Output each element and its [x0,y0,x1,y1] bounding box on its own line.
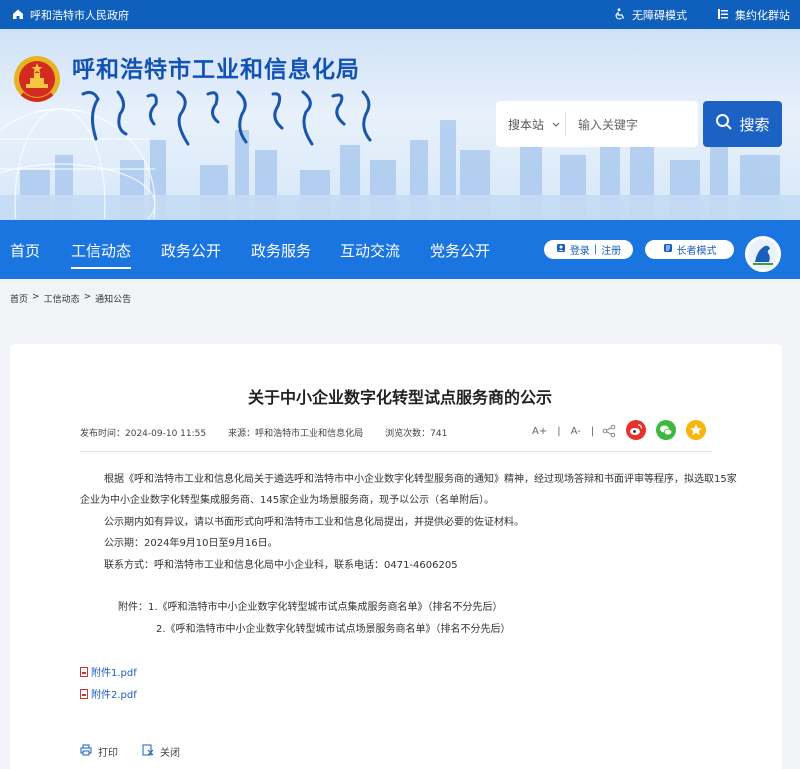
font-smaller-button[interactable]: A- [571,426,581,437]
attachment-link-1[interactable]: 附件1.pdf [80,664,137,679]
login-label[interactable]: 登录 [570,242,590,257]
elder-icon [663,243,673,256]
font-size-tools: A+ | A- | [532,426,594,437]
print-label: 打印 [98,748,118,759]
user-icon [556,243,566,256]
favorite-star-icon[interactable] [686,420,706,440]
article-title: 关于中小企业数字化转型试点服务商的公示 [247,388,552,407]
separator: | [593,244,598,255]
gov-home-link[interactable]: 呼和浩特市人民政府 [12,7,129,23]
home-icon [12,8,24,23]
wechat-share-icon[interactable] [656,420,676,440]
chevron-down-icon [552,117,560,131]
breadcrumb-news[interactable]: 工信动态 [44,292,80,305]
pdf-icon [80,666,88,677]
font-larger-button[interactable]: A+ [532,426,547,437]
breadcrumb-separator: > [83,292,92,302]
site-title: 呼和浩特市工业和信息化局 [72,57,360,83]
accessibility-icon [614,7,626,23]
list-icon [717,8,729,23]
weibo-share-icon[interactable] [626,420,646,440]
elder-mode-label: 长者模式 [676,246,717,257]
view-count: 浏览次数：741 [385,429,448,439]
tool-separator: | [557,426,561,437]
article-source: 来源：呼和浩特市工业和信息化局 [228,429,364,439]
elder-mode-button[interactable]: 长者模式 [645,240,734,259]
article-paragraph-3: 公示期：2024年9月10日至9月16日。 [104,538,278,549]
attachment-label[interactable]: 附件2.pdf [91,686,137,701]
mongolian-title [78,84,378,158]
breadcrumb-notices[interactable]: 通知公告 [95,292,131,305]
register-label[interactable]: 注册 [601,242,621,257]
print-icon [80,744,92,759]
site-group-label: 集约化群站 [735,9,790,22]
article-paragraph-2: 公示期内如有异议，请以书面形式向呼和浩特市工业和信息化局提出，并提供必要的佐证材… [104,517,524,528]
print-button[interactable]: 打印 [80,744,118,759]
publish-time: 发布时间：2024-09-10 11:55 [80,429,207,439]
share-icon[interactable] [602,423,616,442]
pdf-icon [80,688,88,699]
nav-item-party-affairs[interactable]: 党务公开 [430,240,490,261]
breadcrumb-separator: > [32,292,40,302]
search-input[interactable]: 输入关键字 [566,116,638,133]
annex-line-2: 2.《呼和浩特市中小企业数字化转型城市试点场景服务商名单》（排名不分先后） [156,624,511,635]
close-icon [142,744,154,759]
article-meta: 发布时间：2024-09-10 11:55 来源：呼和浩特市工业和信息化局 浏览… [80,426,447,439]
close-label: 关闭 [160,748,180,759]
search-button[interactable]: 搜索 [703,101,782,147]
nav-item-public-affairs[interactable]: 政务公开 [161,240,221,261]
search-box: 搜本站 输入关键字 [496,101,698,147]
attachment-label[interactable]: 附件1.pdf [91,664,137,679]
accessibility-mode-link[interactable]: 无障碍模式 [614,7,687,23]
horse-logo[interactable] [745,236,781,272]
accessibility-label: 无障碍模式 [632,9,687,22]
tool-separator: | [590,426,595,437]
nav-item-home[interactable]: 首页 [10,240,40,261]
article-paragraph-1b: 企业为中小企业数字化转型集成服务商、145家企业为场景服务商，现予以公示（名单附… [80,495,495,506]
site-group-link[interactable]: 集约化群站 [717,7,790,23]
breadcrumb-home[interactable]: 首页 [10,292,28,305]
nav-item-news[interactable]: 工信动态 [71,240,132,269]
article-paragraph-4: 联系方式：呼和浩特市工业和信息化局中小企业科，联系电话：0471-4606205 [104,560,458,571]
search-scope-label: 搜本站 [508,117,545,132]
nav-item-services[interactable]: 政务服务 [251,240,311,261]
attachment-link-2[interactable]: 附件2.pdf [80,686,137,701]
search-icon [715,113,733,135]
close-button[interactable]: 关闭 [142,744,180,759]
search-scope-select[interactable]: 搜本站 [496,112,566,136]
nav-item-interaction[interactable]: 互动交流 [340,240,400,261]
gov-home-label: 呼和浩特市人民政府 [30,9,129,22]
login-register-button[interactable]: 登录 | 注册 [544,240,633,259]
search-button-label: 搜索 [739,115,770,134]
top-bar: 呼和浩特市人民政府 无障碍模式 集约化群站 [0,0,800,29]
annex-line-1: 附件：1.《呼和浩特市中小企业数字化转型城市试点集成服务商名单》（排名不分先后） [118,602,503,613]
national-emblem-logo [12,54,62,106]
breadcrumb: 首页 > 工信动态 > 通知公告 [10,292,131,305]
article-paragraph-1a: 根据《呼和浩特市工业和信息化局关于遴选呼和浩特市中小企业数字化转型服务商的通知》… [104,474,737,485]
meta-divider [80,451,712,452]
